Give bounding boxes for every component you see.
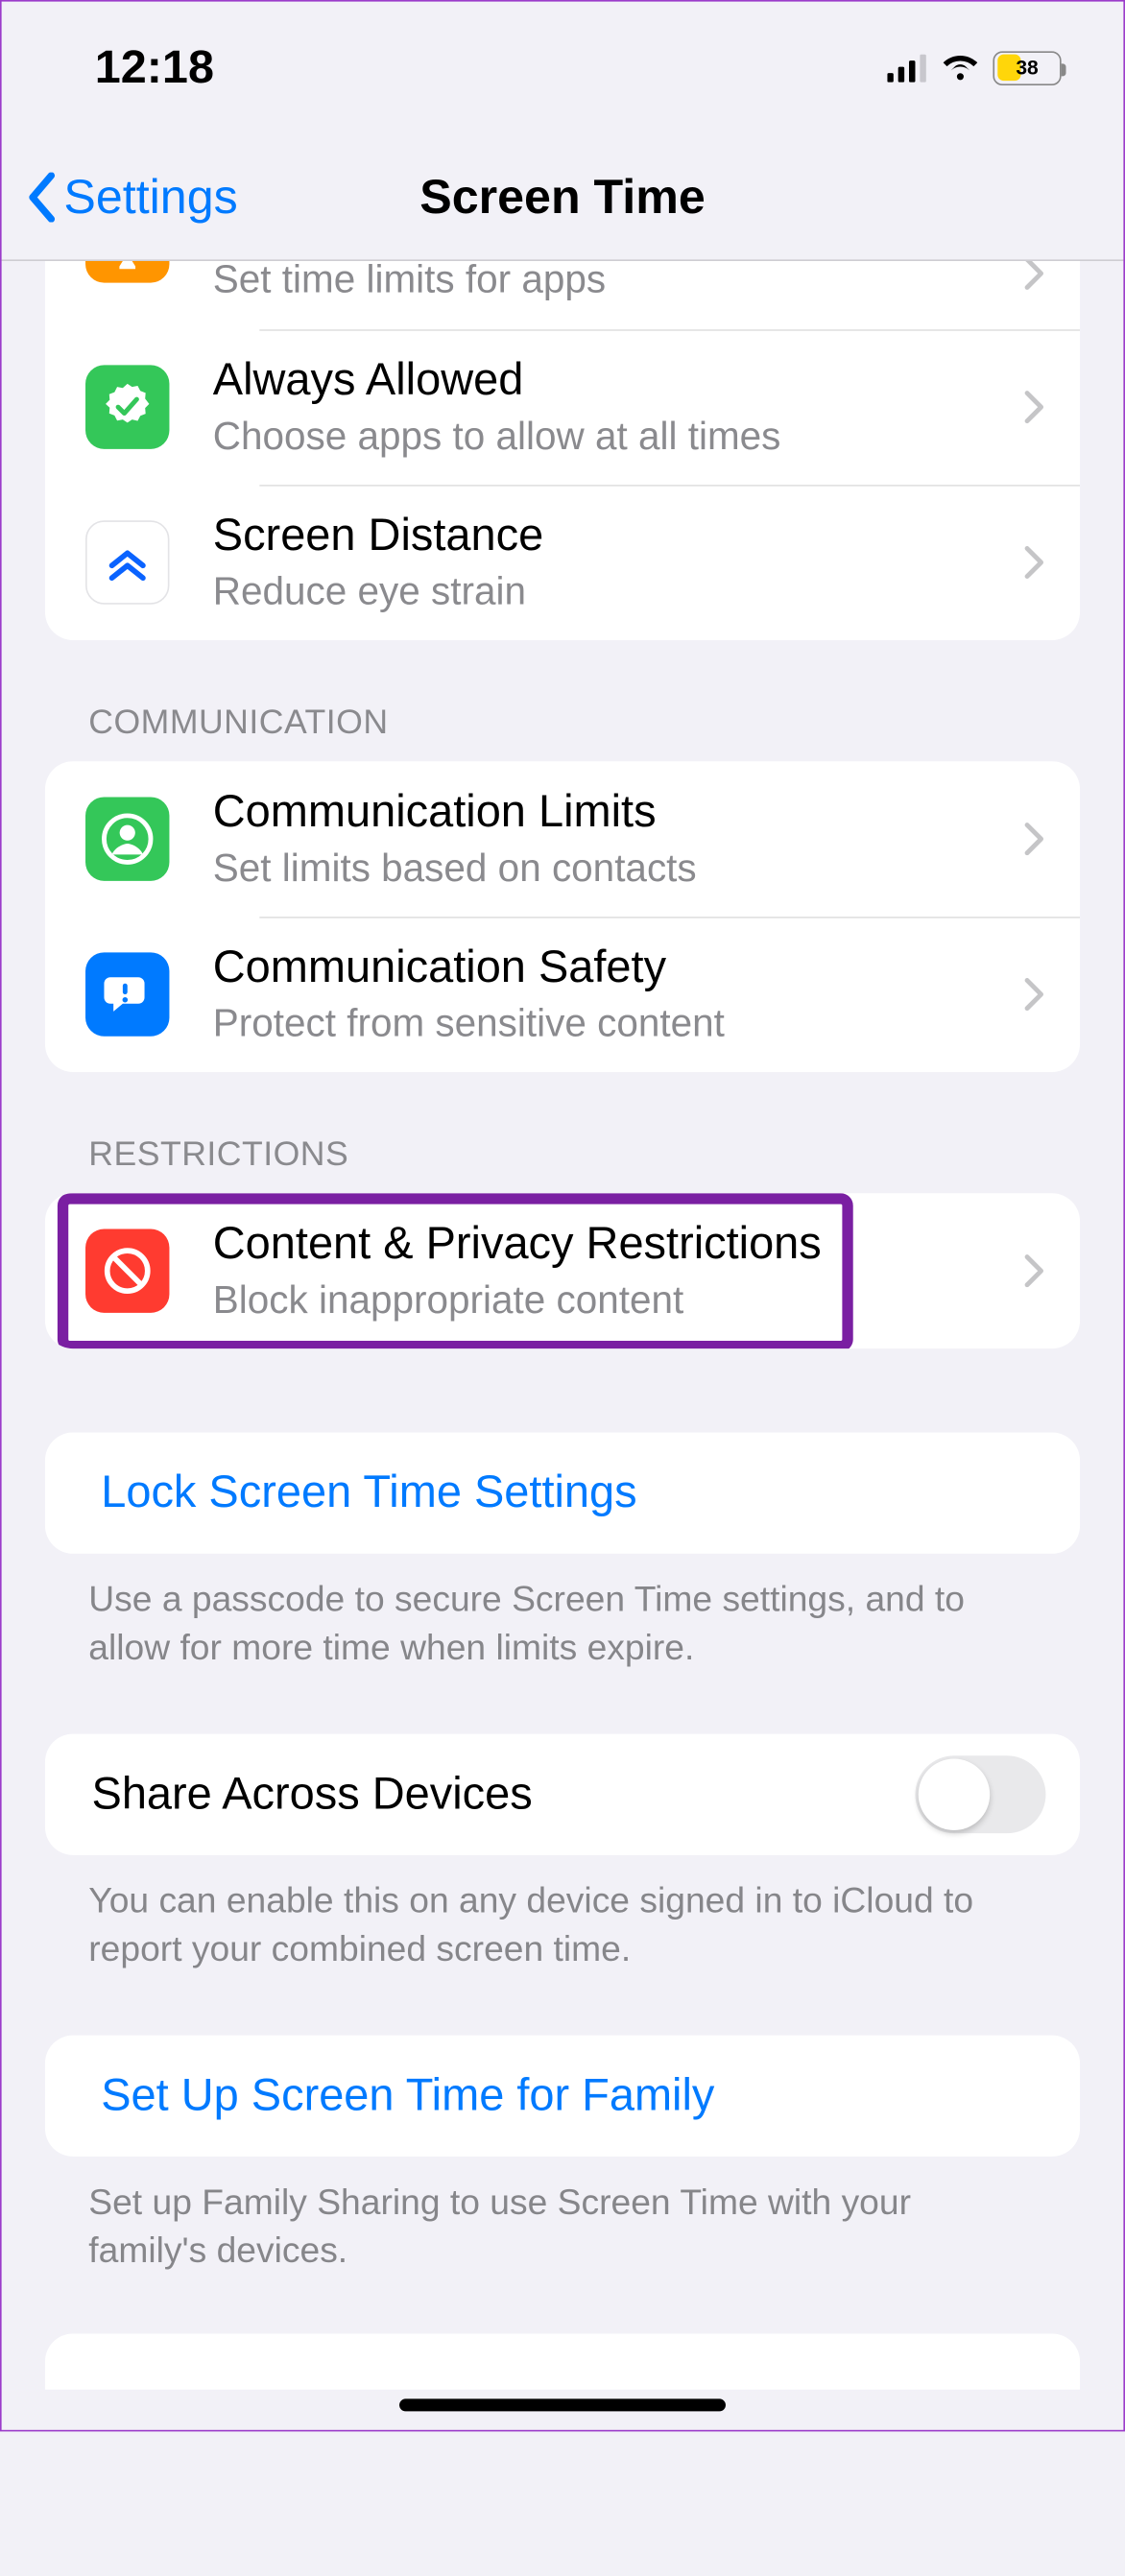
row-lock-screen-time[interactable]: Lock Screen Time Settings <box>45 1433 1080 1554</box>
chevron-right-icon <box>1024 977 1046 1012</box>
row-screen-distance[interactable]: Screen Distance Reduce eye strain <box>45 485 1080 640</box>
group-turn-off <box>45 2334 1080 2390</box>
row-sub: Block inappropriate content <box>213 1276 1009 1325</box>
hourglass-icon <box>85 261 169 283</box>
section-header-restrictions: RESTRICTIONS <box>2 1072 1124 1193</box>
row-sub: Reduce eye strain <box>213 568 1009 617</box>
row-sub: Set limits based on contacts <box>213 845 1009 894</box>
chevron-right-icon <box>1024 261 1046 291</box>
row-sub: Choose apps to allow at all times <box>213 413 1009 462</box>
chevron-right-icon <box>1024 1253 1046 1288</box>
double-chevron-up-icon <box>85 520 169 604</box>
section-header-communication: COMMUNICATION <box>2 640 1124 761</box>
row-share-across-devices[interactable]: Share Across Devices <box>45 1734 1080 1855</box>
row-title: Communication Safety <box>213 941 1009 997</box>
chevron-right-icon <box>1024 822 1046 856</box>
row-title: Screen Distance <box>213 509 1009 565</box>
row-content-privacy[interactable]: Content & Privacy Restrictions Block ina… <box>45 1193 1080 1348</box>
status-time: 12:18 <box>95 41 214 94</box>
battery-percent: 38 <box>1016 56 1038 79</box>
footer-share: You can enable this on any device signed… <box>2 1855 1124 1973</box>
row-sub: Set time limits for apps <box>213 261 1009 305</box>
row-sub: Protect from sensitive content <box>213 1000 1009 1049</box>
battery-icon: 38 <box>993 51 1061 85</box>
row-title: Set Up Screen Time for Family <box>101 2068 1045 2125</box>
row-title: Always Allowed <box>213 353 1009 410</box>
group-communication: Communication Limits Set limits based on… <box>45 761 1080 1072</box>
footer-family: Set up Family Sharing to use Screen Time… <box>2 2157 1124 2275</box>
row-communication-limits[interactable]: Communication Limits Set limits based on… <box>45 761 1080 917</box>
group-lock: Lock Screen Time Settings <box>45 1433 1080 1554</box>
chevron-right-icon <box>1024 390 1046 424</box>
row-communication-safety[interactable]: Communication Safety Protect from sensit… <box>45 917 1080 1072</box>
share-switch[interactable] <box>915 1755 1045 1833</box>
row-set-up-family[interactable]: Set Up Screen Time for Family <box>45 2036 1080 2157</box>
group-share: Share Across Devices <box>45 1734 1080 1855</box>
status-bar: 12:18 38 <box>2 2 1124 134</box>
nav-bar: Settings Screen Time <box>2 133 1124 261</box>
group-limits: Set time limits for apps Always Allowed … <box>45 261 1080 640</box>
chevron-left-icon <box>27 172 58 222</box>
person-circle-icon <box>85 797 169 880</box>
checkmark-seal-icon <box>85 365 169 448</box>
group-family: Set Up Screen Time for Family <box>45 2036 1080 2157</box>
back-label: Settings <box>63 169 237 225</box>
group-restrictions: Content & Privacy Restrictions Block ina… <box>45 1193 1080 1348</box>
chat-bubble-alert-icon <box>85 952 169 1036</box>
row-app-limits[interactable]: Set time limits for apps <box>45 261 1080 329</box>
chevron-right-icon <box>1024 545 1046 580</box>
row-title: Lock Screen Time Settings <box>101 1465 1045 1521</box>
footer-lock: Use a passcode to secure Screen Time set… <box>2 1554 1124 1672</box>
cellular-icon <box>887 54 927 82</box>
row-title: Content & Privacy Restrictions <box>213 1217 1009 1274</box>
no-entry-icon <box>85 1228 169 1312</box>
wifi-icon <box>940 52 980 83</box>
row-title: Share Across Devices <box>92 1767 916 1824</box>
row-always-allowed[interactable]: Always Allowed Choose apps to allow at a… <box>45 329 1080 485</box>
row-title: Communication Limits <box>213 785 1009 842</box>
home-indicator[interactable] <box>399 2398 726 2411</box>
back-button[interactable]: Settings <box>27 169 238 225</box>
